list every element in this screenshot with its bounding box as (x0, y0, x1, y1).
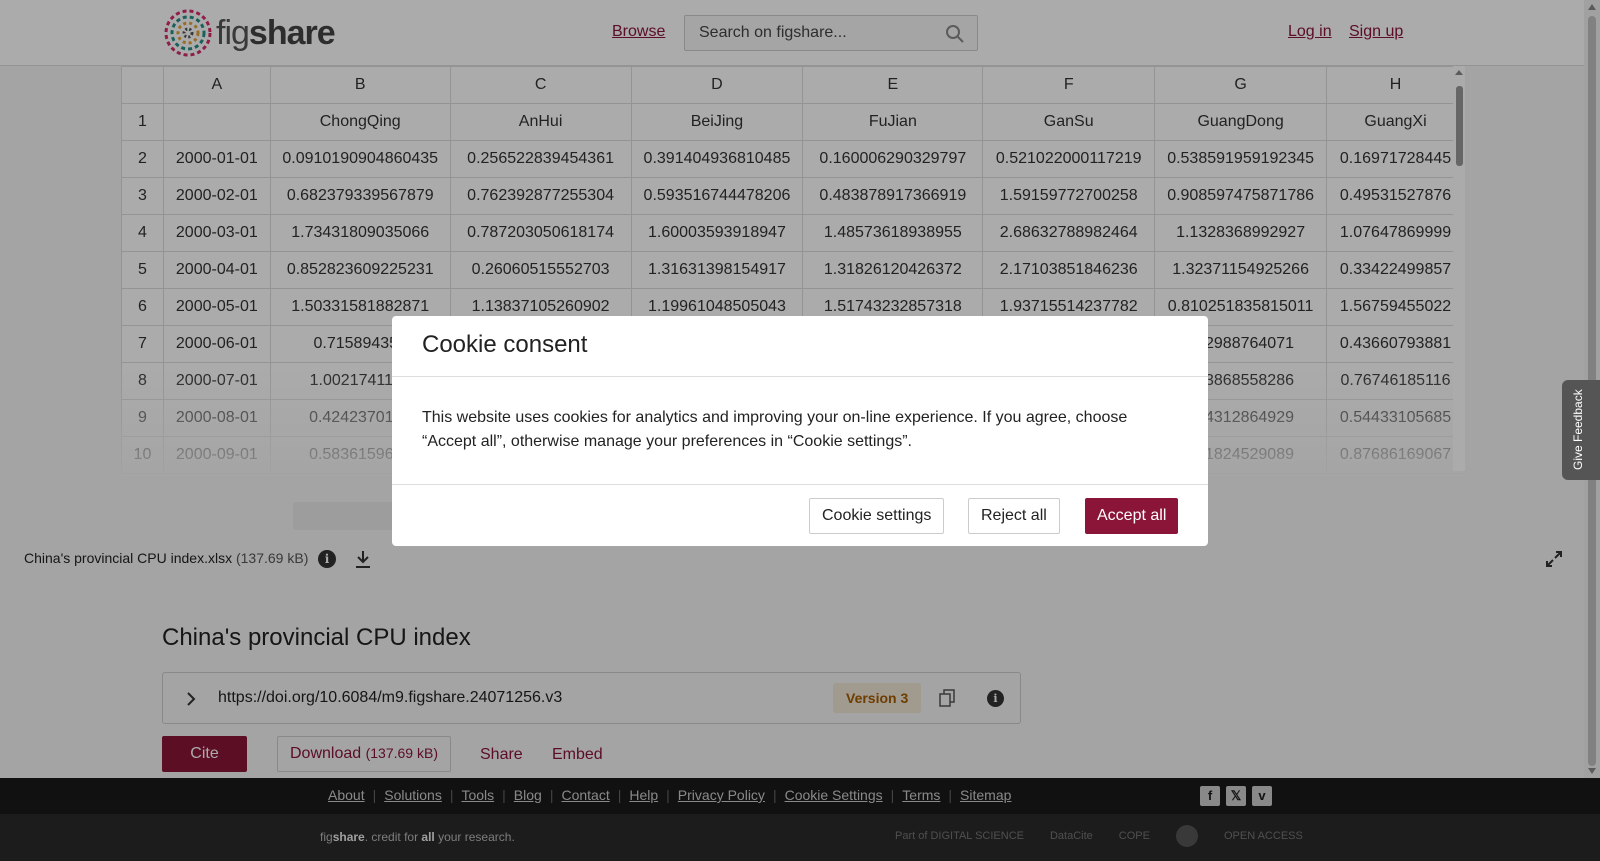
dialog-title: Cookie consent (422, 331, 588, 358)
cookie-settings-button[interactable]: Cookie settings (809, 498, 945, 534)
feedback-label: Give Feedback (1571, 389, 1585, 470)
divider (392, 484, 1208, 485)
reject-all-button[interactable]: Reject all (968, 498, 1060, 534)
dialog-message: This website uses cookies for analytics … (422, 409, 1128, 450)
give-feedback-tab[interactable]: Give Feedback (1562, 380, 1600, 480)
cookie-consent-dialog: Cookie consent This website uses cookies… (392, 316, 1208, 546)
divider (392, 376, 1208, 377)
accept-all-button[interactable]: Accept all (1085, 498, 1179, 534)
